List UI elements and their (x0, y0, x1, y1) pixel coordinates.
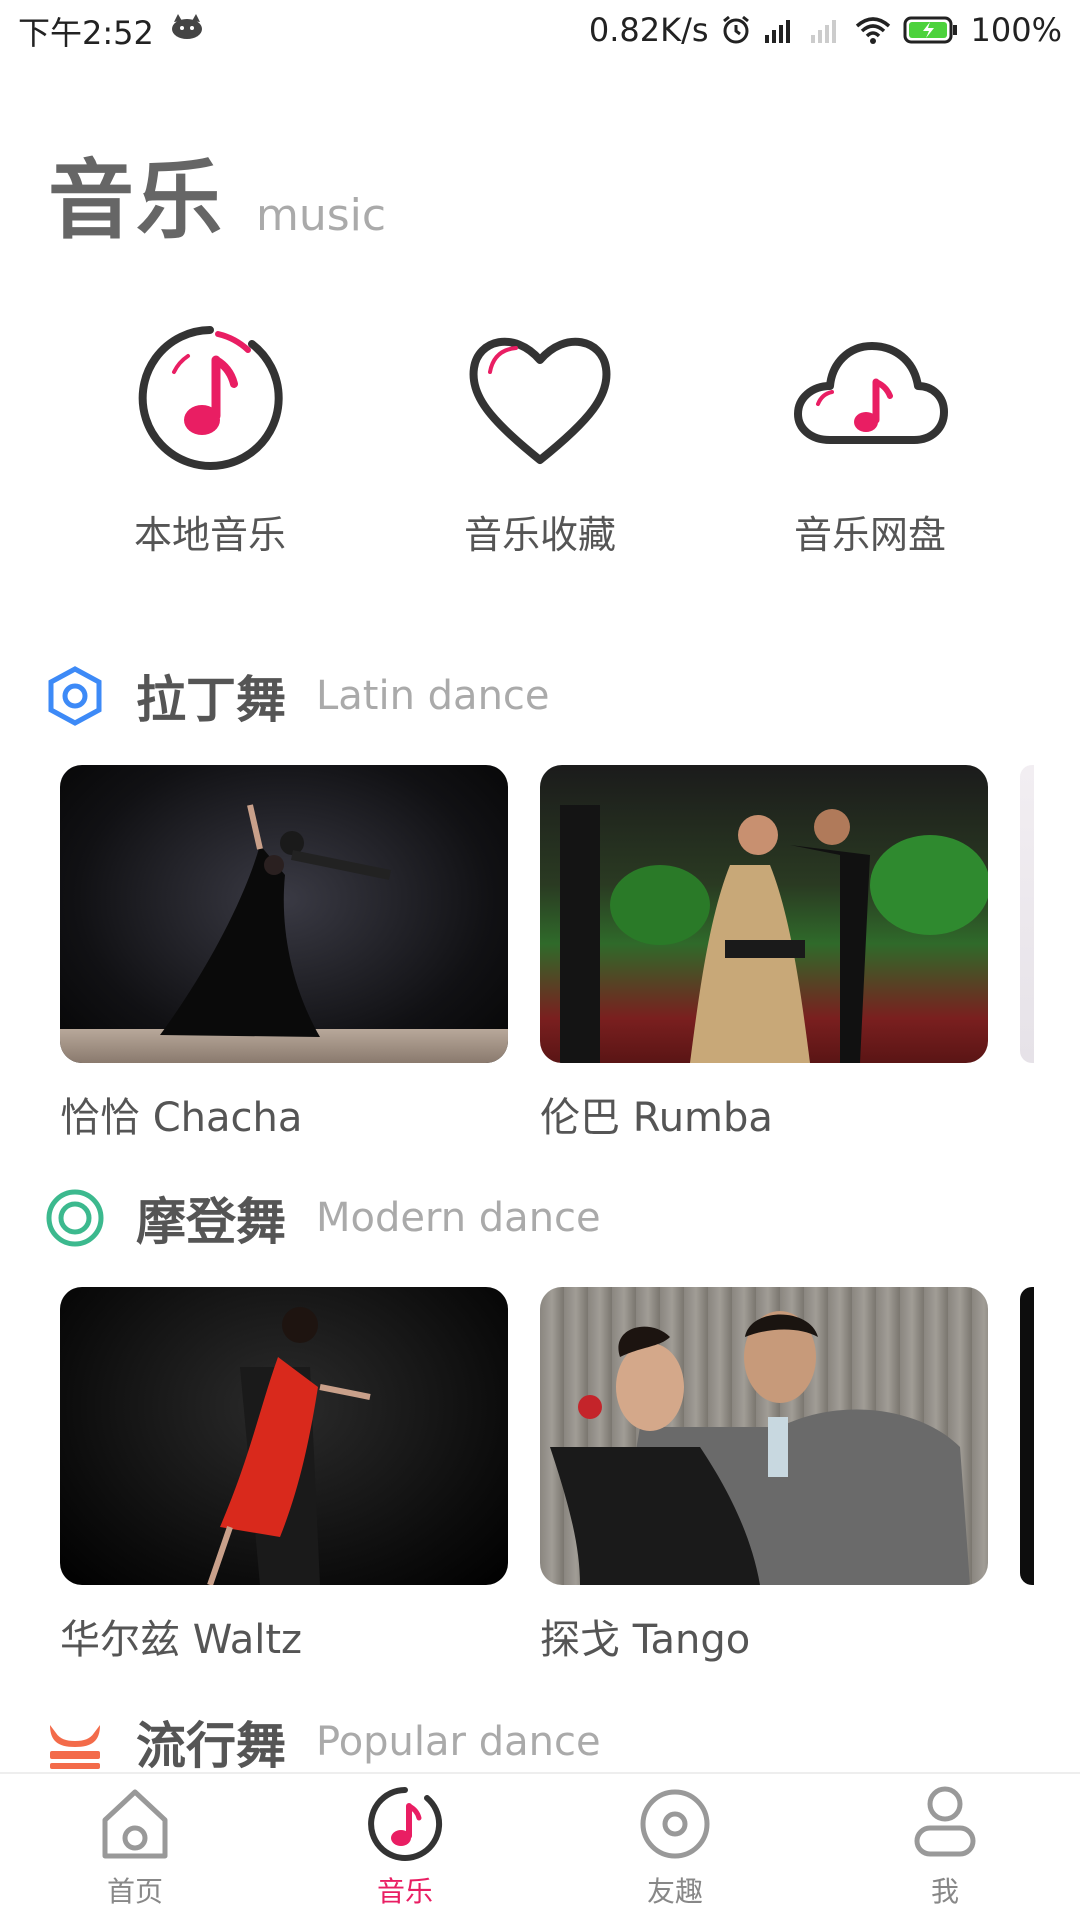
shortcut-label: 本地音乐 (133, 513, 286, 557)
hexagon-icon (48, 666, 102, 726)
battery-charging-icon (903, 16, 957, 44)
page-subtitle: music (256, 190, 387, 241)
horned-helmet-icon (50, 1725, 100, 1769)
card-caption: 探戈 Tango (540, 1617, 751, 1663)
person-icon (914, 1786, 976, 1857)
nav-label: 友趣 (646, 1875, 703, 1908)
cloud-music-icon (794, 342, 948, 444)
shortcut-label: 音乐收藏 (463, 513, 616, 557)
section-title: 摩登舞 (136, 1193, 286, 1251)
nav-label: 音乐 (376, 1875, 433, 1908)
dance-card-peek[interactable] (1020, 1287, 1034, 1585)
android-notification-icon (172, 14, 202, 39)
section-subtitle: Popular dance (316, 1719, 601, 1765)
ring-icon (46, 1189, 104, 1247)
status-time: 下午2:52 (18, 14, 154, 52)
status-bar: 下午2:52 0.82K/s 100% (0, 0, 1080, 60)
shortcut-label: 音乐网盘 (793, 513, 946, 557)
music-note-circle-icon (138, 326, 283, 470)
section-header-popular: 流行舞 Popular dance (44, 1706, 601, 1778)
battery-percent: 100% (970, 11, 1062, 49)
signal-empty-icon (810, 20, 836, 43)
dance-photo (60, 765, 508, 1063)
heart-icon (469, 337, 611, 464)
section-header-modern: 摩登舞 Modern dance (44, 1182, 601, 1254)
shortcut-cloud-drive[interactable]: 音乐网盘 (720, 320, 1020, 559)
section-title: 拉丁舞 (136, 671, 286, 729)
dance-photo (540, 1287, 988, 1585)
signal-icon (764, 20, 790, 43)
alarm-icon (722, 15, 749, 44)
wifi-icon (855, 17, 890, 44)
network-speed: 0.82K/s (588, 11, 709, 49)
nav-tab-music[interactable]: 音乐 (305, 1784, 505, 1910)
nav-tab-me[interactable]: 我 (845, 1784, 1045, 1910)
music-note-circle-icon (368, 1787, 443, 1861)
section-title: 流行舞 (136, 1717, 286, 1775)
card-caption: 恰恰 Chacha (60, 1095, 303, 1141)
nav-label: 我 (930, 1875, 959, 1908)
disc-icon (640, 1789, 710, 1859)
shortcut-local-music[interactable]: 本地音乐 (60, 320, 360, 559)
dance-photo (540, 765, 988, 1063)
nav-tab-friends[interactable]: 友趣 (575, 1784, 775, 1910)
home-icon (102, 1789, 168, 1859)
dance-card-chacha[interactable]: 恰恰 Chacha (60, 765, 508, 1143)
nav-tab-home[interactable]: 首页 (35, 1784, 235, 1910)
dance-photo (60, 1287, 508, 1585)
dance-card-peek[interactable] (1020, 765, 1034, 1063)
section-subtitle: Latin dance (316, 673, 550, 719)
dance-card-rumba[interactable]: 伦巴 Rumba (540, 765, 988, 1143)
section-header-latin: 拉丁舞 Latin dance (44, 660, 550, 732)
page-title: 音乐 (48, 151, 224, 251)
nav-label: 首页 (106, 1875, 163, 1908)
card-caption: 华尔兹 Waltz (60, 1617, 303, 1663)
bottom-navigation: 首页 音乐 友趣 我 (0, 1772, 1080, 1922)
dance-card-tango[interactable]: 探戈 Tango (540, 1287, 988, 1665)
section-subtitle: Modern dance (316, 1195, 601, 1241)
page-header: 音乐 music (48, 130, 386, 255)
dance-card-waltz[interactable]: 华尔兹 Waltz (60, 1287, 508, 1665)
shortcut-favorites[interactable]: 音乐收藏 (390, 320, 690, 559)
card-caption: 伦巴 Rumba (540, 1095, 773, 1141)
